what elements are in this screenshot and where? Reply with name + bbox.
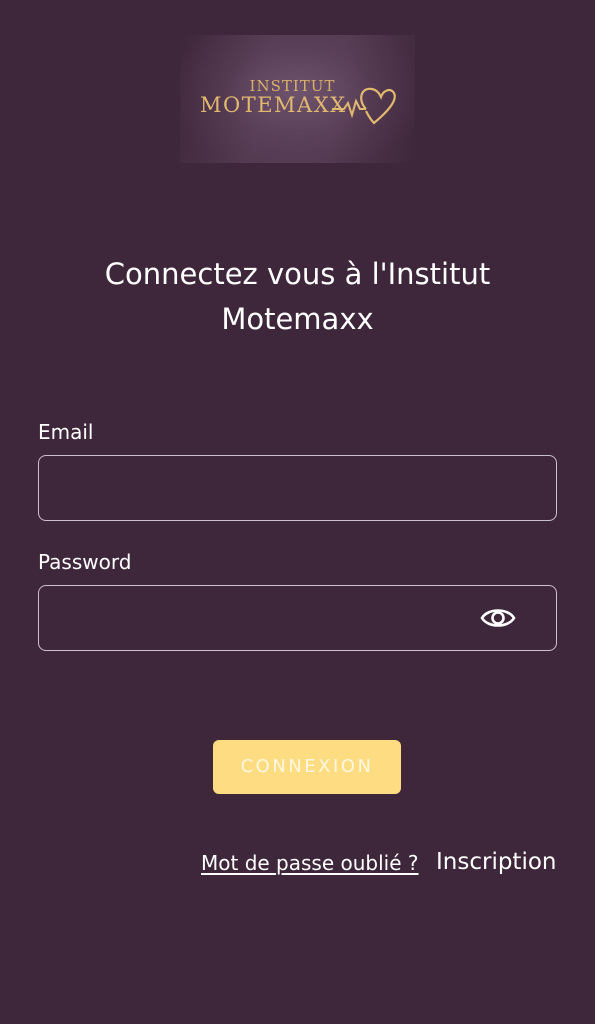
password-field[interactable]: [39, 586, 556, 650]
email-field-container: [38, 455, 557, 521]
email-field[interactable]: [39, 456, 556, 520]
signup-link[interactable]: Inscription: [436, 849, 557, 875]
forgot-password-link[interactable]: Mot de passe oublié ?: [201, 851, 419, 875]
logo-text-motemaxx: MOTEMAXX: [200, 93, 347, 117]
password-field-container: [38, 585, 557, 651]
eye-icon[interactable]: [480, 602, 516, 634]
heart-pulse-icon: [332, 87, 396, 125]
login-screen: INSTITUT MOTEMAXX Connectez vous à l'Ins…: [0, 0, 595, 1024]
connexion-button[interactable]: CONNEXION: [213, 740, 401, 794]
page-title: Connectez vous à l'Institut Motemaxx: [104, 257, 491, 336]
password-label: Password: [38, 550, 132, 574]
email-label: Email: [38, 420, 94, 444]
brand-logo: INSTITUT MOTEMAXX: [180, 35, 415, 163]
